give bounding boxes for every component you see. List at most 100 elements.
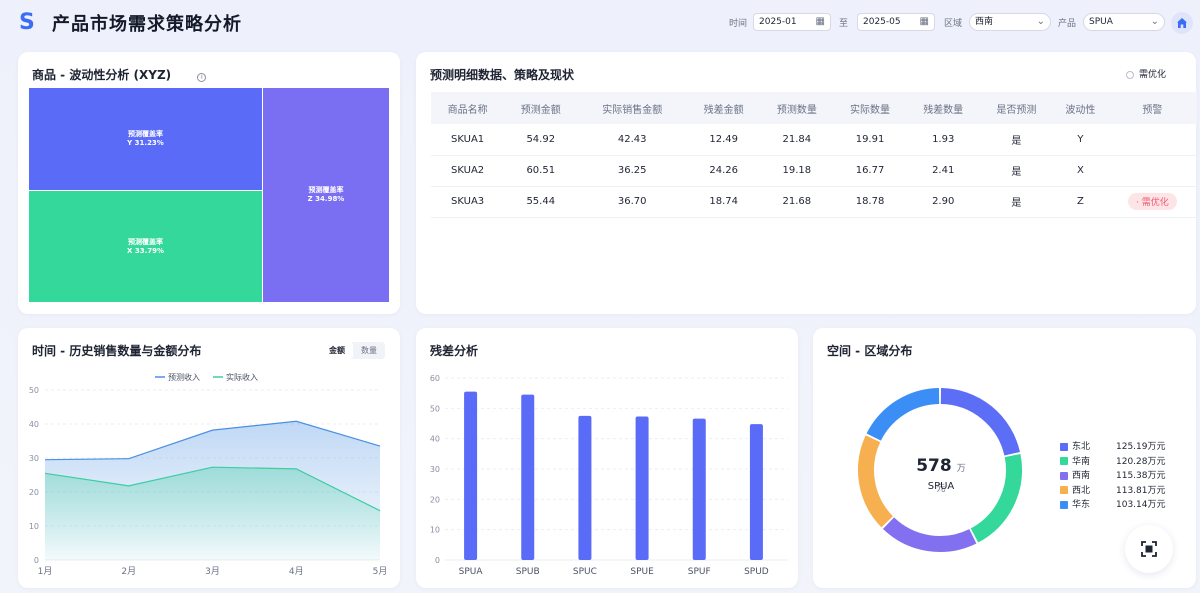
table-row[interactable]: SKUA2 60.51 36.25 24.26 19.18 16.77 2.41 是 X [431, 155, 1197, 187]
to-label: 至 [839, 19, 849, 29]
table-cell: X [1052, 155, 1108, 187]
end-date-input[interactable]: 2025-05 ▦ [857, 13, 935, 31]
legend-swatch [1060, 442, 1068, 451]
product-value: SPUA [1089, 17, 1113, 27]
bar [749, 424, 763, 560]
table-cell: 是 [979, 124, 1053, 156]
treemap-cell-x[interactable]: 预测覆盖率 X 33.79% [29, 191, 262, 302]
warning-badge: · 需优化 [1128, 193, 1177, 210]
table-header-row: 商品名称 预测金额 实际销售金额 残差金额 预测数量 实际数量 残差数量 是否预测 波动性 预警 [431, 92, 1197, 124]
table-row[interactable]: SKUA1 54.92 42.43 12.49 21.84 19.91 1.93 是 Y [431, 124, 1197, 156]
x-tick-label: 5月 [373, 566, 388, 577]
column-header[interactable]: 预警 [1107, 92, 1197, 124]
legend-label: 实际收入 [226, 372, 258, 382]
table-cell: 21.68 [760, 186, 834, 218]
forecast-card: 预测明细数据、策略及现状 需优化 商品名称 预测金额 实际销售金额 残差金额 预测数量实… [416, 52, 1197, 314]
y-tick-label: 40 [430, 435, 440, 444]
legend-swatch [1060, 471, 1068, 480]
x-tick-label: 4月 [289, 566, 304, 577]
legend-swatch [1060, 500, 1068, 509]
region-card: 空间 - 区域分布 578 万元 SPUA 东北 125.19万元 华南 120.28… [813, 328, 1196, 588]
legend-name: 东北 [1072, 442, 1091, 452]
column-header[interactable]: 实际数量 [833, 92, 907, 124]
column-header[interactable]: 预测数量 [760, 92, 834, 124]
bar [692, 418, 706, 560]
page-title: 产品市场需求策略分析 [52, 14, 242, 35]
column-header[interactable]: 商品名称 [431, 92, 505, 124]
y-tick-label: 50 [29, 386, 39, 395]
x-tick-label: SPUE [630, 567, 654, 577]
forecast-title: 预测明细数据、策略及现状 [430, 68, 575, 82]
residual-bar-chart: 0 10 20 30 40 50 60 SPUA SPUB SPUC SPUE SPUF SPUD [430, 374, 788, 577]
cell-label: 预测覆盖率 [128, 237, 163, 246]
end-date-value: 2025-05 [863, 17, 901, 27]
donut-slice [882, 517, 977, 552]
legend-value: 113.81万元 [1116, 485, 1166, 496]
table-row[interactable]: SKUA3 55.44 36.70 18.74 21.68 18.78 2.90 是 Z · 需优… [431, 186, 1197, 218]
product-label: 产品 [1058, 19, 1077, 29]
table-cell: SKUA2 [431, 155, 505, 187]
legend-name: 西北 [1072, 485, 1091, 496]
start-date-value: 2025-01 [759, 17, 797, 27]
legend-value: 103.14万元 [1116, 500, 1166, 510]
y-tick-label: 10 [29, 522, 39, 531]
column-header[interactable]: 是否预测 [979, 92, 1053, 124]
x-tick-label: SPUC [573, 567, 597, 577]
donut-total-value: 578 [916, 456, 952, 476]
x-tick-label: 2月 [121, 566, 136, 577]
forecast-table: 商品名称 预测金额 实际销售金额 残差金额 预测数量 实际数量 残差数量 是否预测 波动性 预警 … [431, 92, 1197, 218]
treemap-cell-z[interactable]: 预测覆盖率 Z 34.98% [263, 88, 389, 302]
fullscreen-button[interactable] [1125, 525, 1173, 573]
treemap-cell-y[interactable]: 预测覆盖率 Y 31.23% [29, 88, 262, 190]
table-cell: Y [1052, 124, 1108, 156]
cell-label: 预测覆盖率 [128, 130, 163, 138]
optimize-filter[interactable]: 需优化 [1125, 67, 1166, 80]
x-tick-label: SPUD [744, 567, 769, 577]
region-value: 西南 [975, 17, 994, 27]
bar [464, 391, 478, 560]
column-header[interactable]: 波动性 [1052, 92, 1108, 124]
legend-value: 125.19万元 [1116, 442, 1166, 452]
y-tick-label: 60 [430, 374, 440, 383]
table-cell: 24.26 [687, 155, 761, 187]
table-cell: 36.70 [577, 186, 688, 218]
column-header[interactable]: 残差数量 [906, 92, 980, 124]
table-cell: 16.77 [833, 155, 907, 187]
table-cell [1107, 124, 1197, 156]
cell-label: 预测覆盖率 [308, 186, 344, 194]
x-tick-label: SPUF [688, 567, 711, 577]
legend-item[interactable]: 华东 103.14万元 [1060, 497, 1166, 510]
column-header[interactable]: 残差金额 [687, 92, 761, 124]
x-tick-label: SPUA [459, 567, 484, 577]
x-tick-label: 3月 [205, 566, 220, 577]
region-select[interactable]: 西南 ⌄ [969, 13, 1051, 31]
table-cell: 55.44 [504, 186, 578, 218]
y-tick-label: 30 [430, 465, 440, 474]
y-tick-label: 20 [430, 495, 440, 504]
donut-slice [970, 453, 1022, 543]
xyz-card: 商品 - 波动性分析 (XYZ) i 预测覆盖率 Y 31.23% 预测覆盖率 … [18, 52, 400, 314]
legend-item[interactable]: 西北 113.81万元 [1060, 483, 1166, 496]
time-label: 时间 [729, 19, 748, 29]
home-icon [1177, 18, 1187, 28]
table-cell: 12.49 [687, 124, 761, 156]
chevron-down-icon: ⌄ [1036, 16, 1045, 27]
cell-value: X 33.79% [127, 246, 164, 255]
x-tick-label: SPUB [516, 567, 540, 577]
legend-name: 华东 [1072, 500, 1091, 510]
legend-item[interactable]: 华南 120.28万元 [1060, 454, 1166, 467]
info-icon[interactable]: i [197, 73, 207, 82]
donut-product-label: SPUA [927, 481, 955, 492]
column-header[interactable]: 实际销售金额 [577, 92, 688, 124]
home-button[interactable] [1171, 12, 1193, 34]
table-cell: 19.91 [833, 124, 907, 156]
table-cell: · 需优化 [1107, 186, 1197, 218]
table-cell [1107, 155, 1197, 187]
product-select[interactable]: SPUA ⌄ [1083, 13, 1165, 31]
legend-item[interactable]: 西南 115.38万元 [1060, 468, 1166, 481]
column-header[interactable]: 预测金额 [504, 92, 578, 124]
y-tick-label: 50 [430, 404, 440, 413]
start-date-input[interactable]: 2025-01 ▦ [753, 13, 831, 31]
header: S 产品市场需求策略分析 时间 2025-01 ▦ 至 2025-05 ▦ 区域… [0, 0, 1200, 46]
legend-item[interactable]: 东北 125.19万元 [1060, 439, 1166, 452]
